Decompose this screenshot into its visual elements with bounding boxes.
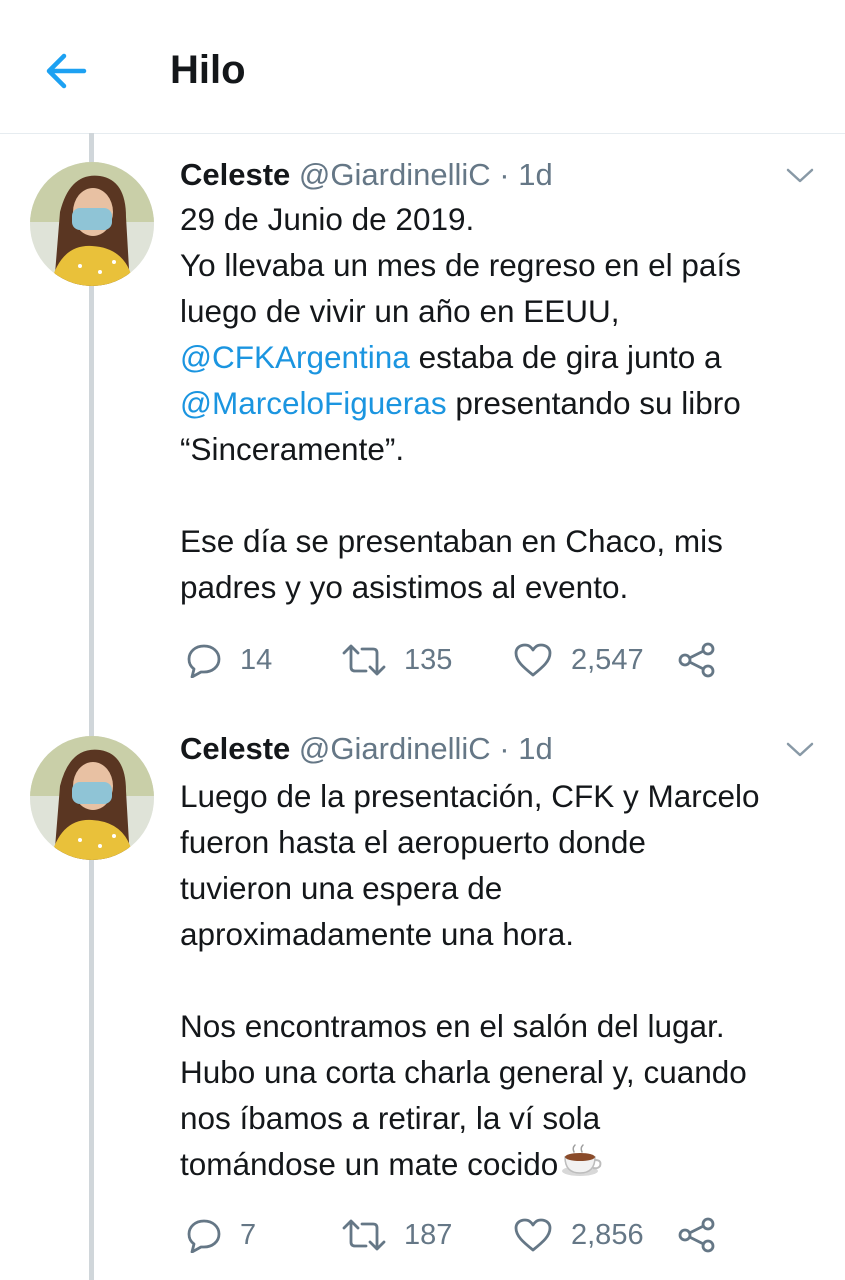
chevron-down-icon <box>786 168 814 183</box>
tweet-text: Luego de la presentación, CFK y Marcelo f… <box>180 773 820 1187</box>
author-handle[interactable]: @GiardinelliC <box>299 157 491 192</box>
tweet-header: Celeste @GiardinelliC · 1d <box>180 156 553 194</box>
page-title: Hilo <box>170 48 246 92</box>
text-fragment: estaba de gira junto a <box>409 339 722 375</box>
text-line: nos íbamos a retirar, la ví sola <box>180 1100 601 1136</box>
separator-dot: · <box>499 731 510 766</box>
author-name[interactable]: Celeste <box>180 731 290 766</box>
mention-link[interactable]: @MarceloFigueras <box>180 385 447 421</box>
like-count: 2,547 <box>571 643 644 676</box>
tweet-actions: 14 135 2,547 <box>180 637 740 683</box>
text-line: tuvieron una espera de <box>180 870 503 906</box>
avatar-photo <box>30 162 154 286</box>
reply-button[interactable]: 7 <box>186 1212 256 1258</box>
text-line: @CFKArgentina estaba de gira junto a <box>180 334 820 380</box>
tweet-menu-button[interactable] <box>785 166 815 186</box>
share-button[interactable] <box>677 1212 717 1258</box>
text-line: padres y yo asistimos al evento. <box>180 569 629 605</box>
reply-icon <box>187 644 221 678</box>
like-count: 2,856 <box>571 1218 644 1251</box>
tweet-actions: 7 187 2,856 <box>180 1212 740 1258</box>
text-fragment: presentando su libro <box>446 385 741 421</box>
text-line: aproximadamente una hora. <box>180 916 574 952</box>
text-line: @MarceloFigueras presentando su libro <box>180 380 820 426</box>
tweet-header: Celeste @GiardinelliC · 1d <box>180 730 553 768</box>
reply-count: 7 <box>240 1218 257 1251</box>
retweet-button[interactable]: 135 <box>342 637 452 683</box>
text-line: Hubo una corta charla general y, cuando <box>180 1054 747 1090</box>
text-line: tomándose un mate cocido <box>180 1141 820 1187</box>
avatar[interactable] <box>30 736 154 860</box>
share-icon <box>678 1217 715 1253</box>
author-handle[interactable]: @GiardinelliC <box>299 731 491 766</box>
like-icon <box>514 643 552 677</box>
reply-count: 14 <box>240 643 273 676</box>
retweet-icon <box>342 1219 386 1251</box>
tweet-text: 29 de Junio de 2019. Yo llevaba un mes de… <box>180 196 820 610</box>
like-button[interactable]: 2,547 <box>513 637 644 683</box>
text-line: Ese día se presentaban en Chaco, mis <box>180 523 723 559</box>
text-line: luego de vivir un año en EEUU, <box>180 293 620 329</box>
retweet-count: 135 <box>404 643 453 676</box>
text-fragment: tomándose un mate cocido <box>180 1146 559 1182</box>
reply-icon <box>187 1219 221 1253</box>
text-line: Nos encontramos en el salón del lugar. <box>180 1008 725 1044</box>
like-icon <box>514 1218 552 1252</box>
tweet-timestamp[interactable]: 1d <box>518 157 552 192</box>
separator-dot: · <box>499 157 510 192</box>
mention-link[interactable]: @CFKArgentina <box>180 339 410 375</box>
text-line: Yo llevaba un mes de regreso en el país <box>180 247 741 283</box>
share-icon <box>678 642 715 678</box>
back-arrow-icon <box>46 53 87 89</box>
text-line: 29 de Junio de 2019. <box>180 201 475 237</box>
top-bar: Hilo <box>0 0 845 134</box>
avatar-photo <box>30 736 154 860</box>
share-button[interactable] <box>677 637 717 683</box>
retweet-button[interactable]: 187 <box>342 1212 452 1258</box>
thread-connector-line <box>89 133 94 1280</box>
retweet-icon <box>342 644 386 676</box>
text-line: fueron hasta el aeropuerto donde <box>180 824 646 860</box>
avatar[interactable] <box>30 162 154 286</box>
like-button[interactable]: 2,856 <box>513 1212 644 1258</box>
back-button[interactable] <box>40 44 94 98</box>
chevron-down-icon <box>786 742 814 757</box>
retweet-count: 187 <box>404 1218 453 1251</box>
tweet-timestamp[interactable]: 1d <box>518 731 552 766</box>
tweet-menu-button[interactable] <box>785 740 815 760</box>
text-line: “Sinceramente”. <box>180 431 405 467</box>
reply-button[interactable]: 14 <box>186 637 272 683</box>
text-line: Luego de la presentación, CFK y Marcelo <box>180 778 760 814</box>
author-name[interactable]: Celeste <box>180 157 290 192</box>
teacup-emoji-icon <box>562 1144 602 1176</box>
